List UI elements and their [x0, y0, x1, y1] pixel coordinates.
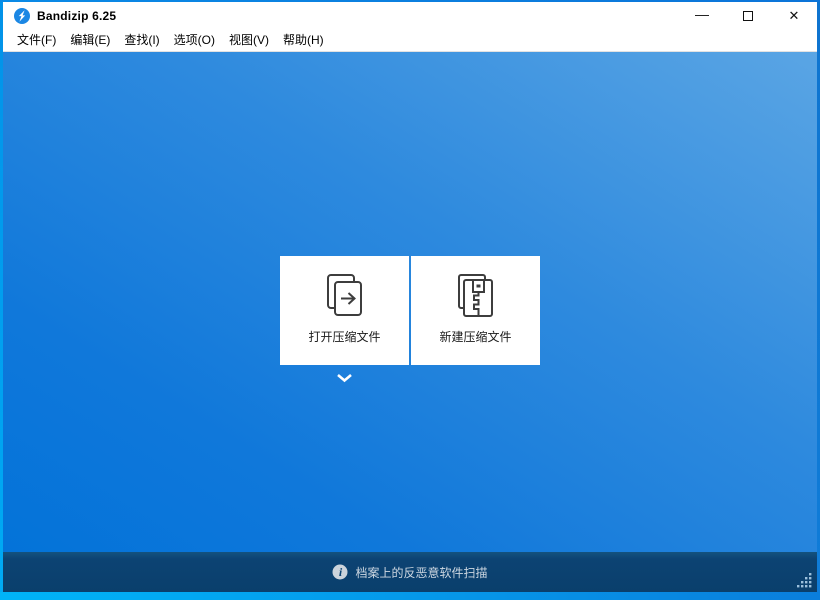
chevron-down-icon[interactable]	[336, 370, 353, 383]
window-border-left	[0, 2, 3, 592]
menu-bar: 文件(F) 编辑(E) 查找(I) 选项(O) 视图(V) 帮助(H)	[3, 30, 817, 52]
client-area: 打开压缩文件 新建压缩文件	[3, 52, 817, 552]
menu-edit[interactable]: 编辑(E)	[63, 30, 117, 52]
status-message: 档案上的反恶意软件扫描	[355, 565, 488, 580]
minimize-icon: —	[695, 6, 709, 22]
minimize-button[interactable]: —	[679, 2, 725, 30]
title-bar: Bandizip 6.25 — ✕	[3, 2, 817, 30]
open-archive-icon	[325, 273, 365, 319]
window-border-top	[0, 0, 820, 2]
close-button[interactable]: ✕	[771, 2, 817, 30]
resize-grip[interactable]	[797, 573, 812, 588]
maximize-icon	[743, 11, 753, 21]
new-archive-icon	[456, 273, 496, 319]
window-border-bottom	[0, 592, 820, 600]
status-bar: i 档案上的反恶意软件扫描	[3, 552, 817, 592]
menu-options[interactable]: 选项(O)	[167, 30, 222, 52]
close-icon: ✕	[788, 8, 800, 23]
new-archive-label: 新建压缩文件	[439, 330, 512, 344]
new-archive-button[interactable]: 新建压缩文件	[411, 256, 540, 365]
menu-view[interactable]: 视图(V)	[222, 30, 276, 52]
window-controls: — ✕	[679, 2, 817, 30]
info-icon: i	[332, 564, 348, 580]
menu-help[interactable]: 帮助(H)	[276, 30, 331, 52]
antimalware-scan-link[interactable]: i 档案上的反恶意软件扫描	[332, 564, 488, 581]
bandizip-logo-icon[interactable]	[14, 8, 30, 24]
window-title: Bandizip 6.25	[37, 9, 117, 23]
menu-file[interactable]: 文件(F)	[10, 30, 63, 52]
start-tiles: 打开压缩文件 新建压缩文件	[280, 256, 540, 383]
menu-find[interactable]: 查找(I)	[117, 30, 166, 52]
maximize-button[interactable]	[725, 2, 771, 30]
open-archive-button[interactable]: 打开压缩文件	[280, 256, 409, 365]
open-archive-label: 打开压缩文件	[308, 330, 381, 344]
